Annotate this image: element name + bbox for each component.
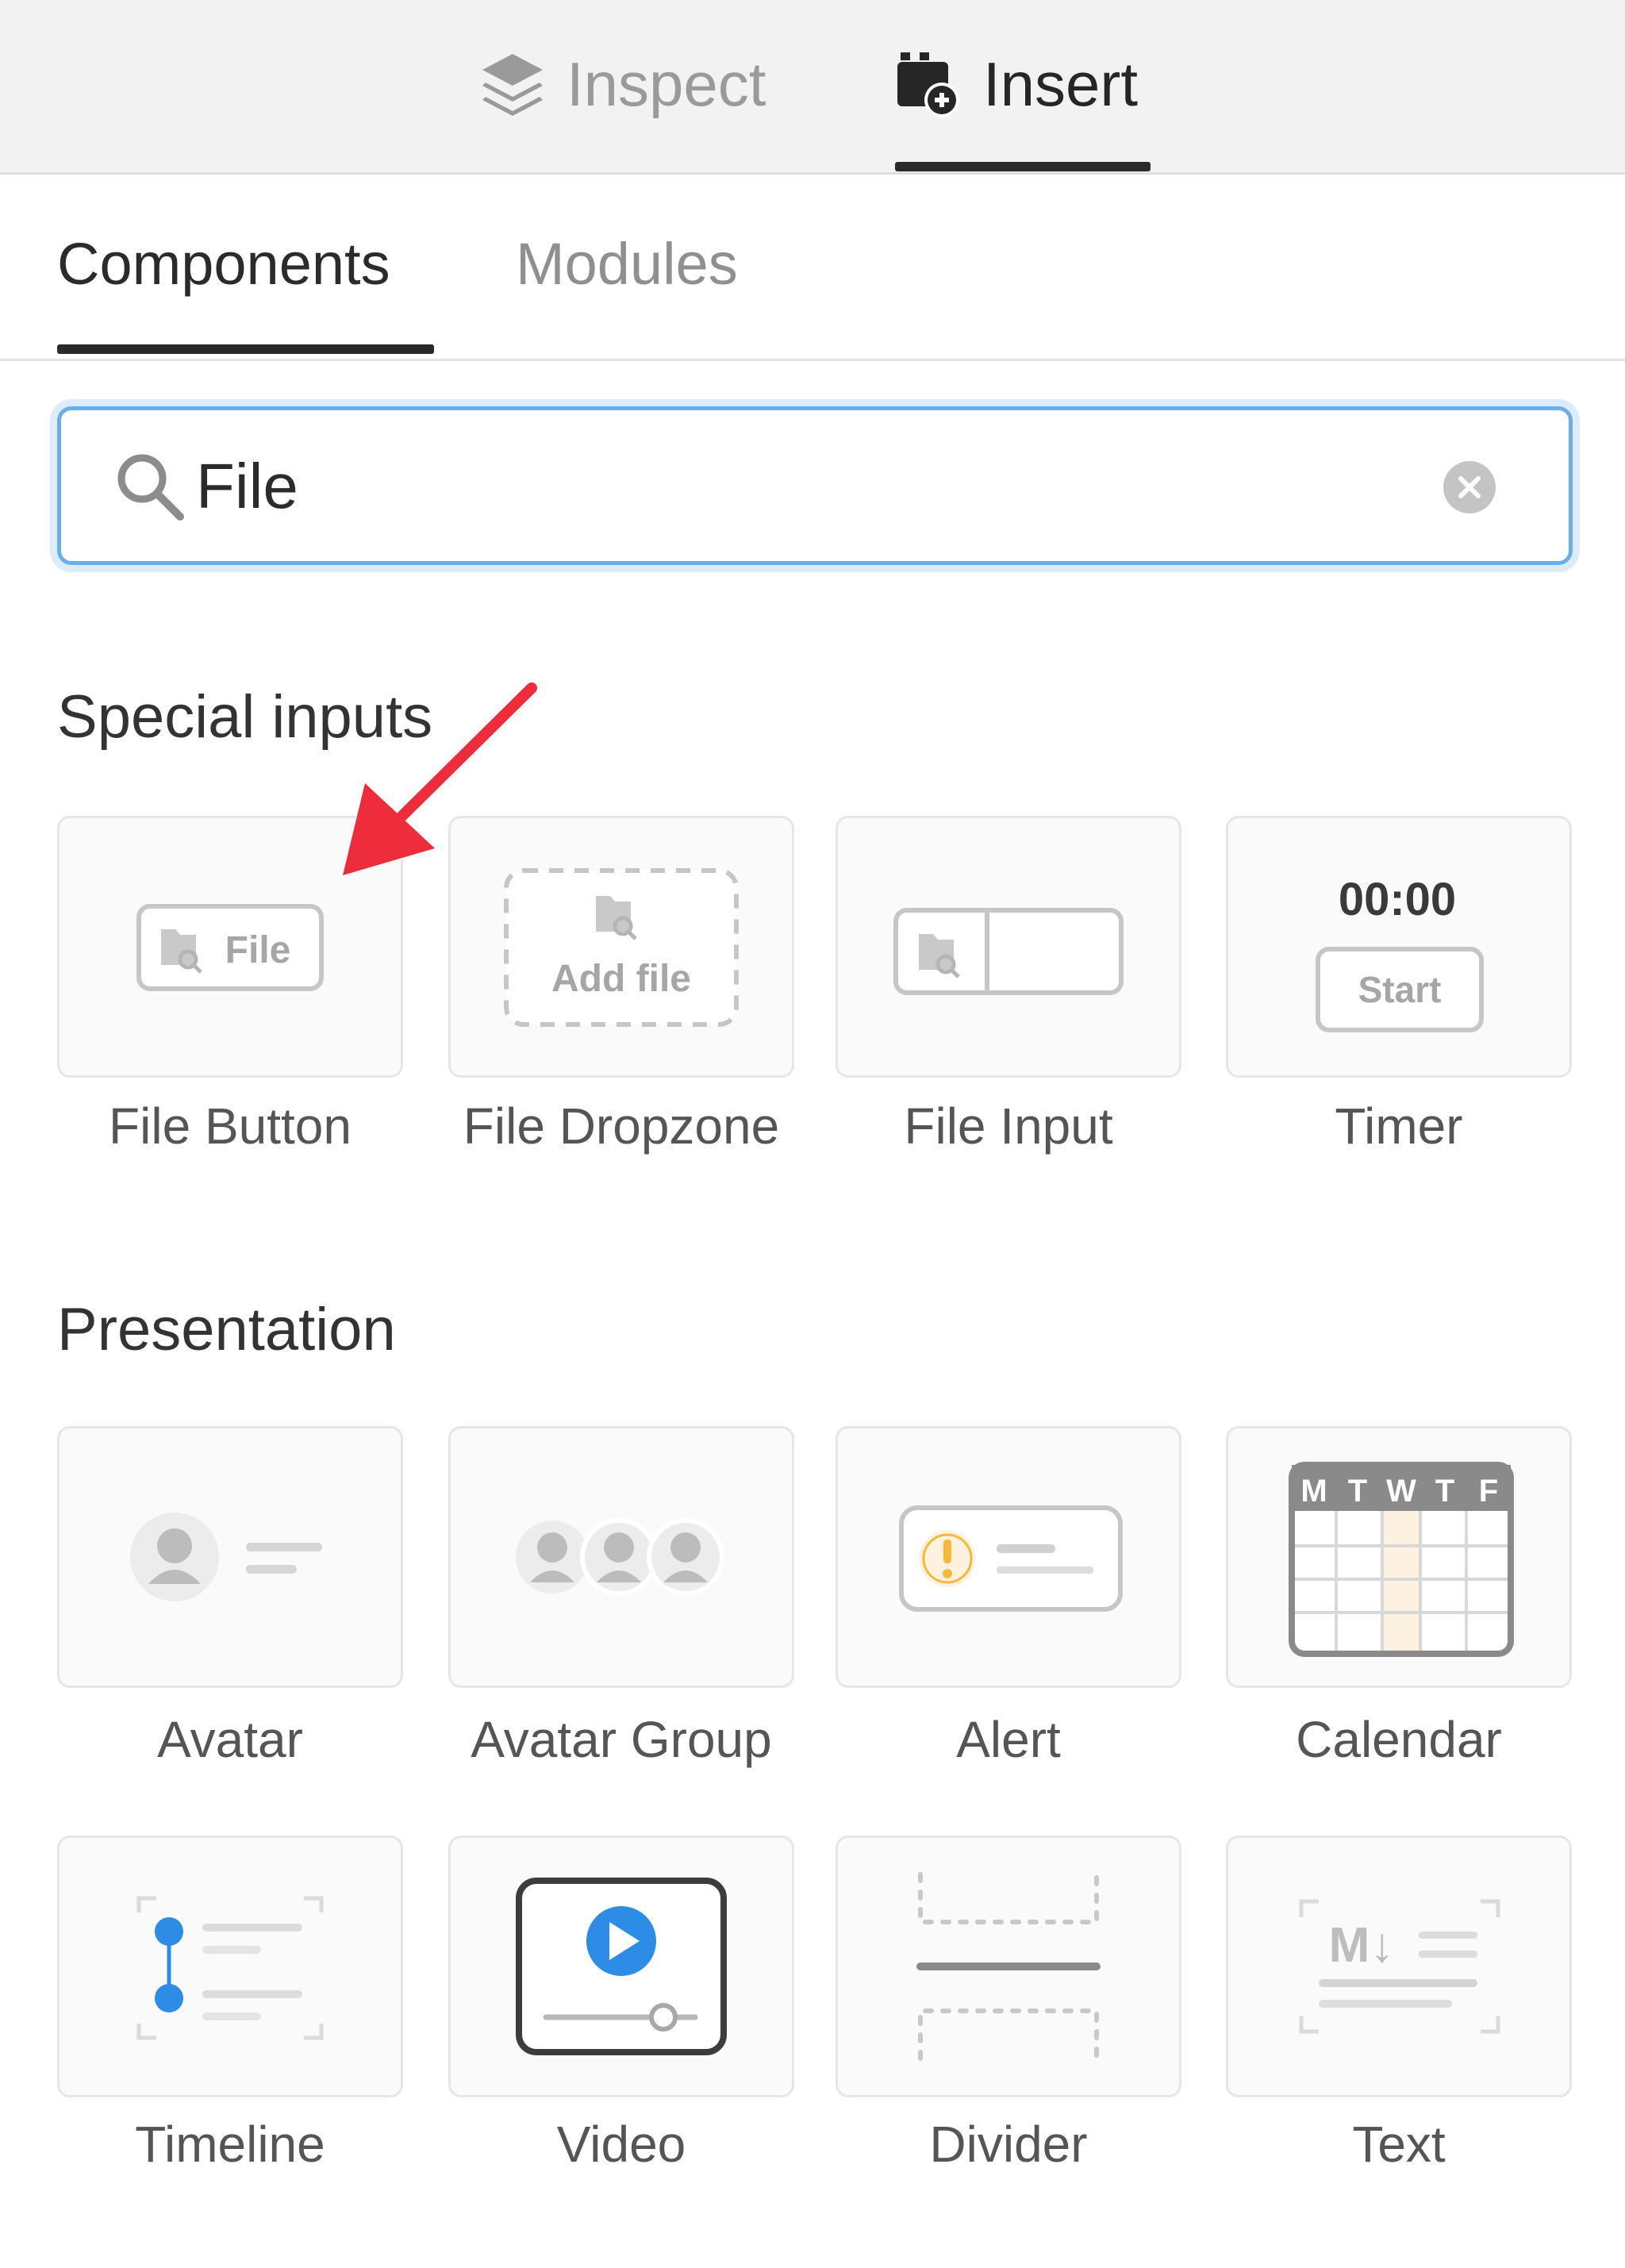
search-icon (117, 454, 184, 521)
tab-insert-label: Insert (983, 48, 1139, 119)
search-box (57, 406, 1573, 565)
component-label: File Input (904, 1097, 1113, 1155)
tab-inspect-label: Inspect (567, 48, 766, 119)
timer-preview-time: 00:00 (1339, 874, 1456, 925)
component-file-input[interactable] (836, 816, 1181, 1078)
text-preview-icon: M↓ (1299, 1899, 1500, 2034)
component-label: Avatar Group (471, 1711, 772, 1768)
clear-icon[interactable] (1442, 459, 1497, 515)
timeline-preview-icon (136, 1896, 324, 2040)
calendar-day-label: W (1386, 1474, 1416, 1509)
component-label: Timer (1335, 1097, 1463, 1155)
avatar-preview-icon (130, 1513, 322, 1601)
tab-insert[interactable]: Insert (893, 44, 1138, 124)
component-label: Alert (956, 1711, 1061, 1768)
calendar-preview-icon: M T W T F (1289, 1462, 1514, 1657)
calendar-day-label: T (1348, 1474, 1367, 1509)
component-avatar[interactable] (57, 1426, 403, 1688)
timer-preview-icon: 00:00 Start (1316, 874, 1484, 1032)
component-label: Calendar (1296, 1711, 1502, 1768)
component-label: Video (556, 2116, 686, 2173)
text-preview-markdown: M↓ (1329, 1918, 1395, 1973)
component-divider[interactable] (836, 1836, 1181, 2097)
section-title-presentation: Presentation (57, 1296, 396, 1363)
component-timeline[interactable] (57, 1836, 403, 2097)
component-label: File Button (109, 1097, 352, 1155)
active-subtab-indicator (57, 344, 434, 354)
insert-component-icon (897, 52, 959, 117)
annotation-arrow-icon (343, 682, 537, 875)
tab-components[interactable]: Components (57, 230, 390, 298)
alert-preview-icon (899, 1505, 1123, 1612)
active-tab-indicator (895, 162, 1151, 171)
layers-icon (482, 54, 543, 116)
video-preview-icon (516, 1878, 727, 2055)
divider-preview-icon (916, 1872, 1101, 2061)
component-label: File Dropzone (463, 1097, 780, 1155)
component-label: Timeline (135, 2116, 325, 2173)
component-text[interactable]: M↓ (1226, 1836, 1572, 2097)
avatar-group-preview-icon (516, 1518, 724, 1596)
top-tab-bar: Inspect Insert (0, 0, 1625, 175)
calendar-day-label: M (1300, 1474, 1327, 1509)
timer-preview-button: Start (1358, 969, 1442, 1010)
file-dropzone-preview-text: Add file (551, 958, 691, 1000)
component-label: Text (1352, 2116, 1446, 2173)
file-button-preview-text: File (225, 929, 291, 971)
calendar-day-label: F (1479, 1474, 1498, 1509)
component-label: Avatar (157, 1711, 303, 1768)
calendar-day-label: T (1435, 1474, 1454, 1509)
component-video[interactable] (448, 1836, 794, 2097)
component-alert[interactable] (836, 1426, 1181, 1688)
tab-inspect[interactable]: Inspect (476, 44, 766, 124)
component-avatar-group[interactable] (448, 1426, 794, 1688)
file-input-preview-icon (893, 908, 1124, 995)
search-input[interactable] (196, 439, 1418, 534)
component-calendar[interactable]: M T W T F (1226, 1426, 1572, 1688)
tab-modules[interactable]: Modules (516, 230, 738, 298)
component-label: Divider (929, 2116, 1088, 2173)
subtab-bar: Components Modules (0, 175, 1625, 361)
component-timer[interactable]: 00:00 Start (1226, 816, 1572, 1078)
